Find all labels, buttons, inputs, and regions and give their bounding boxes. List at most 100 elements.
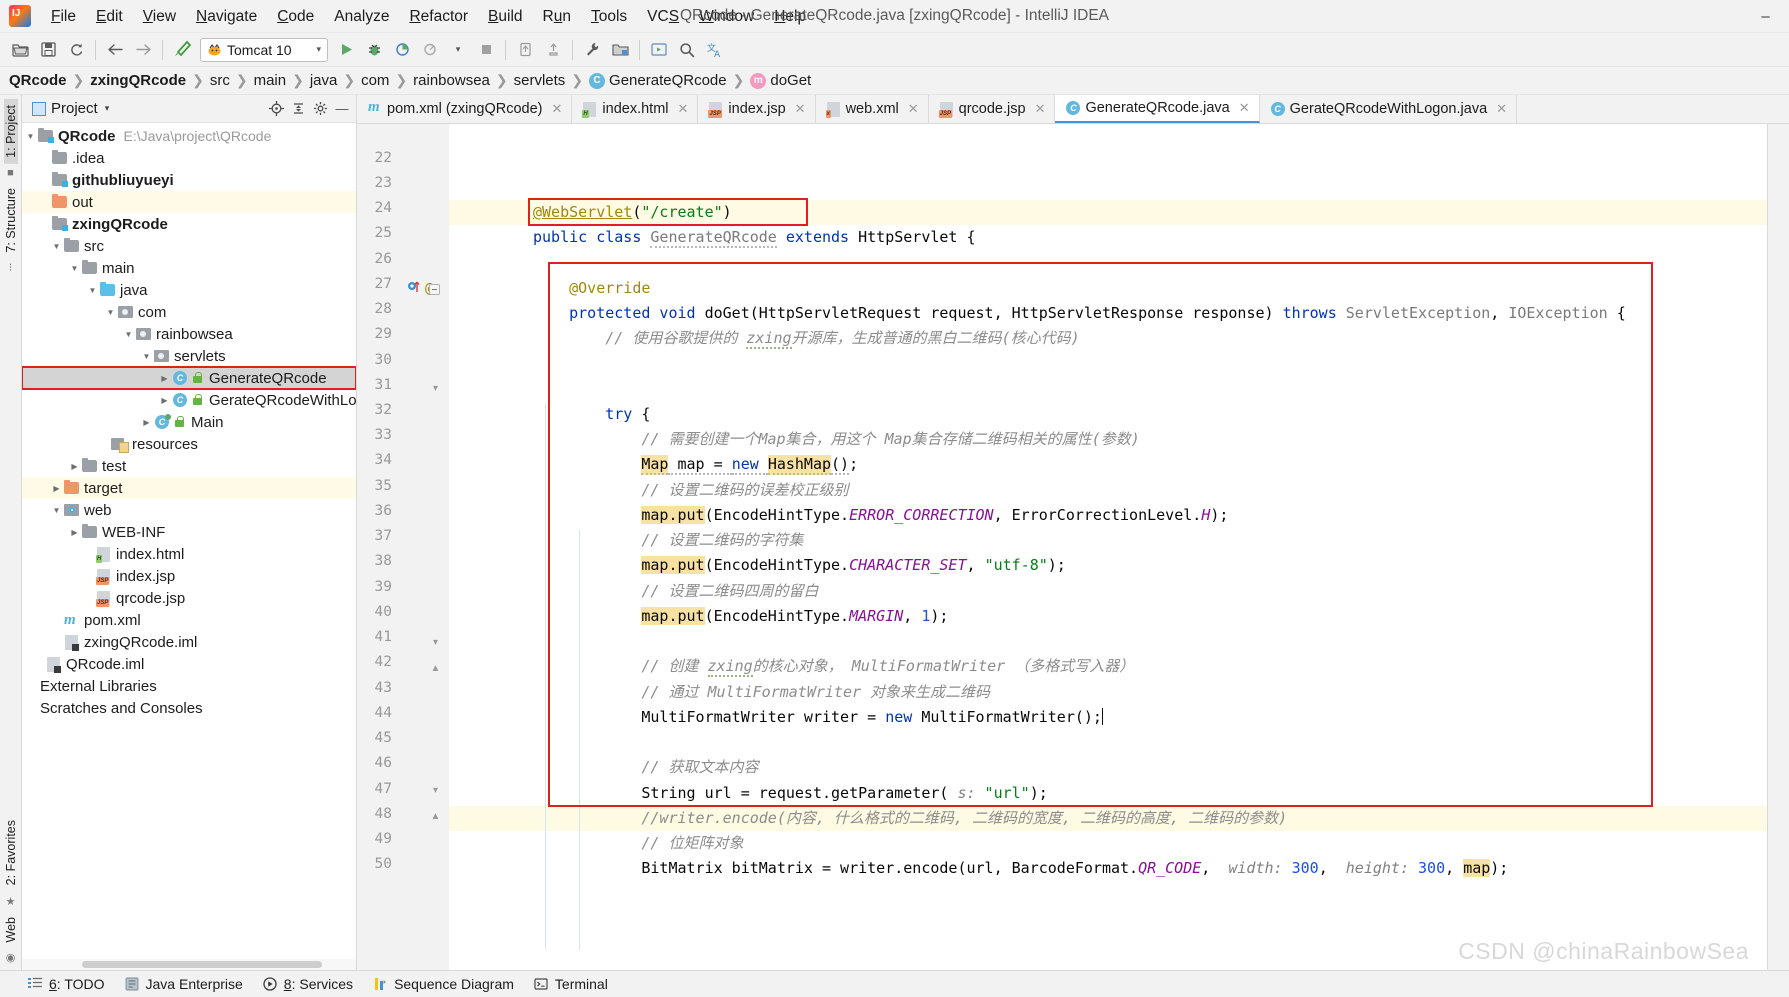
tree-item-pom-xml[interactable]: m pom.xml	[22, 609, 356, 631]
breadcrumb-item-com[interactable]: com	[358, 72, 392, 89]
open-project-icon[interactable]	[7, 37, 33, 63]
menu-view[interactable]: View	[133, 4, 186, 29]
forward-arrow-icon[interactable]	[130, 37, 156, 63]
expand-arrow-icon[interactable]: ▼	[122, 330, 135, 339]
tree-item-qrcode-jsp[interactable]: JSP qrcode.jsp	[22, 587, 356, 609]
tree-item-main-class[interactable]: ▶ C Main	[22, 411, 356, 433]
tree-item-scratches-and-consoles[interactable]: Scratches and Consoles	[22, 697, 356, 719]
tree-item-qrcode-iml[interactable]: QRcode.iml	[22, 653, 356, 675]
close-icon[interactable]: ✕	[1035, 101, 1046, 117]
breadcrumb-item-generateqrcode[interactable]: C GenerateQRcode	[586, 72, 730, 89]
collapse-arrow-icon[interactable]: ▶	[158, 396, 171, 405]
status-terminal[interactable]: Terminal	[534, 976, 608, 992]
settings-wrench-icon[interactable]	[579, 37, 605, 63]
menu-file[interactable]: File	[41, 4, 86, 29]
run-with-coverage-button[interactable]	[389, 37, 415, 63]
status-services[interactable]: 8: Services	[263, 976, 353, 992]
run-dashboard-icon[interactable]	[646, 37, 672, 63]
menu-run[interactable]: Run	[533, 4, 581, 29]
menu-analyze[interactable]: Analyze	[324, 4, 399, 29]
tree-item-web[interactable]: ▼ web	[22, 499, 356, 521]
breadcrumb-item-servlets[interactable]: servlets	[511, 72, 569, 89]
tree-item-java[interactable]: ▼ java	[22, 279, 356, 301]
editor-viewport[interactable]: 22 23 24 25 26 27 28 29 30 31 32 33 34 3…	[357, 124, 1789, 970]
tree-item-rainbowsea[interactable]: ▼ rainbowsea	[22, 323, 356, 345]
fold-arrow-icon[interactable]: ▾	[429, 382, 442, 395]
editor-tab-index-html[interactable]: H index.html ✕	[572, 95, 698, 123]
fold-arrow-icon[interactable]: ▲	[429, 662, 442, 675]
menu-help[interactable]: Help	[764, 4, 816, 29]
menu-edit[interactable]: Edit	[86, 4, 133, 29]
code-editor[interactable]: @WebServlet("/create") public class Gene…	[449, 124, 1767, 970]
status-sequence-diagram[interactable]: Sequence Diagram	[373, 976, 514, 992]
expand-arrow-icon[interactable]: ▼	[140, 352, 153, 361]
rail-button-favorites[interactable]: 2: Favorites	[4, 814, 18, 891]
redeploy-icon[interactable]	[540, 37, 566, 63]
close-icon[interactable]: ✕	[908, 101, 919, 117]
tree-item-external-libraries[interactable]: External Libraries	[22, 675, 356, 697]
breadcrumb-item-java[interactable]: java	[307, 72, 341, 89]
expand-arrow-icon[interactable]: ▼	[50, 506, 63, 515]
breadcrumb-item-doget[interactable]: m doGet	[747, 72, 814, 89]
collapse-all-icon[interactable]	[288, 99, 308, 119]
hide-panel-icon[interactable]: —	[332, 99, 352, 119]
debug-button[interactable]	[361, 37, 387, 63]
expand-arrow-icon[interactable]: ▼	[104, 308, 117, 317]
editor-tab-gerateqrcodewithlogon-java[interactable]: C GerateQRcodeWithLogon.java ✕	[1260, 95, 1517, 123]
sync-icon[interactable]	[63, 37, 89, 63]
expand-arrow-icon[interactable]: ▼	[50, 242, 63, 251]
project-structure-icon[interactable]	[607, 37, 633, 63]
menu-refactor[interactable]: Refactor	[399, 4, 478, 29]
tree-item-zxingqrcode[interactable]: zxingQRcode	[22, 213, 356, 235]
menu-build[interactable]: Build	[478, 4, 532, 29]
close-icon[interactable]: ✕	[552, 101, 563, 117]
project-tree[interactable]: ▼ QRcode E:\Java\project\QRcode .idea gi…	[22, 123, 356, 959]
tree-item-resources[interactable]: resources	[22, 433, 356, 455]
back-arrow-icon[interactable]	[102, 37, 128, 63]
rail-button-project[interactable]: 1: Project	[4, 99, 18, 164]
override-method-icon[interactable]	[407, 279, 421, 300]
gear-icon[interactable]	[310, 99, 330, 119]
search-icon[interactable]	[674, 37, 700, 63]
expand-arrow-icon[interactable]: ▼	[68, 264, 81, 273]
fold-region-icon[interactable]	[429, 284, 440, 295]
collapse-arrow-icon[interactable]: ▶	[158, 374, 171, 383]
menu-vcs[interactable]: VCS	[637, 4, 689, 29]
chevron-down-icon[interactable]: ▾	[310, 44, 321, 55]
profile-button[interactable]	[417, 37, 443, 63]
expand-arrow-icon[interactable]: ▼	[86, 286, 99, 295]
menu-navigate[interactable]: Navigate	[186, 4, 267, 29]
close-icon[interactable]: ✕	[678, 101, 689, 117]
editor-tab-index-jsp[interactable]: JSP index.jsp ✕	[698, 95, 815, 123]
profile-dropdown-icon[interactable]: ▾	[445, 37, 471, 63]
editor-tab-web-xml[interactable]: x web.xml ✕	[816, 95, 929, 123]
breadcrumb-item-qrcode[interactable]: QRcode	[6, 72, 70, 89]
tree-item-qrcode[interactable]: ▼ QRcode E:\Java\project\QRcode	[22, 125, 356, 147]
rail-structure-icon[interactable]: ⁝	[9, 258, 13, 277]
breadcrumb-item-src[interactable]: src	[207, 72, 233, 89]
chevron-down-icon[interactable]: ▾	[105, 103, 110, 114]
scrollbar-thumb[interactable]	[82, 961, 322, 968]
tree-item-generateqrcode[interactable]: ▶ C GenerateQRcode	[22, 367, 356, 389]
web-rail-icon[interactable]: ◉	[6, 948, 16, 970]
fold-arrow-icon[interactable]: ▲	[429, 810, 442, 823]
editor-tab-pom-xml[interactable]: m pom.xml (zxingQRcode) ✕	[357, 95, 572, 123]
tree-item-index-html[interactable]: H index.html	[22, 543, 356, 565]
tree-item-zxingqrcode-iml[interactable]: zxingQRcode.iml	[22, 631, 356, 653]
stop-button[interactable]	[473, 37, 499, 63]
expand-arrow-icon[interactable]: ▼	[24, 132, 37, 141]
collapse-arrow-icon[interactable]: ▶	[68, 462, 81, 471]
editor-gutter[interactable]: 22 23 24 25 26 27 28 29 30 31 32 33 34 3…	[357, 124, 449, 970]
update-application-icon[interactable]	[512, 37, 538, 63]
collapse-arrow-icon[interactable]: ▶	[140, 418, 153, 427]
translate-icon[interactable]: 文A	[702, 37, 728, 63]
build-hammer-icon[interactable]	[169, 37, 195, 63]
close-icon[interactable]: ✕	[1239, 100, 1250, 116]
menu-window[interactable]: Window	[689, 4, 764, 29]
locate-file-icon[interactable]	[266, 99, 286, 119]
tree-item-index-jsp[interactable]: JSP index.jsp	[22, 565, 356, 587]
breadcrumb-item-rainbowsea[interactable]: rainbowsea	[410, 72, 493, 89]
tree-item-idea[interactable]: .idea	[22, 147, 356, 169]
breadcrumb-item-main[interactable]: main	[251, 72, 290, 89]
tree-item-out[interactable]: out	[22, 191, 356, 213]
